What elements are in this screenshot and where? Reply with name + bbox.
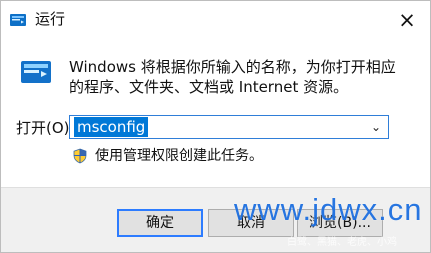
run-dialog: 运行 × Windows 将根据你所输入的名称，为你打开相应的程序、文件夹、文档… xyxy=(0,0,431,253)
window-title: 运行 xyxy=(35,10,66,28)
run-icon xyxy=(10,14,26,26)
dialog-description: Windows 将根据你所输入的名称，为你打开相应的程序、文件夹、文档或 Int… xyxy=(69,58,396,96)
close-icon: × xyxy=(398,8,416,32)
open-label: 打开(O): xyxy=(16,119,75,137)
watermark-subtext: 白鹭、黑猫、老虎、小鸡 xyxy=(287,237,397,248)
titlebar: 运行 × xyxy=(1,1,430,39)
ok-button[interactable]: 确定 xyxy=(117,209,203,237)
admin-text: 使用管理权限创建此任务。 xyxy=(95,148,263,164)
chevron-down-icon[interactable]: ⌄ xyxy=(368,116,384,138)
command-input-value[interactable]: msconfig xyxy=(74,117,149,137)
command-combobox[interactable]: msconfig ⌄ xyxy=(69,115,389,139)
run-app-icon xyxy=(21,61,51,83)
admin-shield-icon xyxy=(73,148,87,164)
dropdown-arrow-text: ⌄ xyxy=(370,120,382,134)
close-button[interactable]: × xyxy=(384,1,430,39)
watermark-text: www.jdwx.cn xyxy=(234,192,423,227)
